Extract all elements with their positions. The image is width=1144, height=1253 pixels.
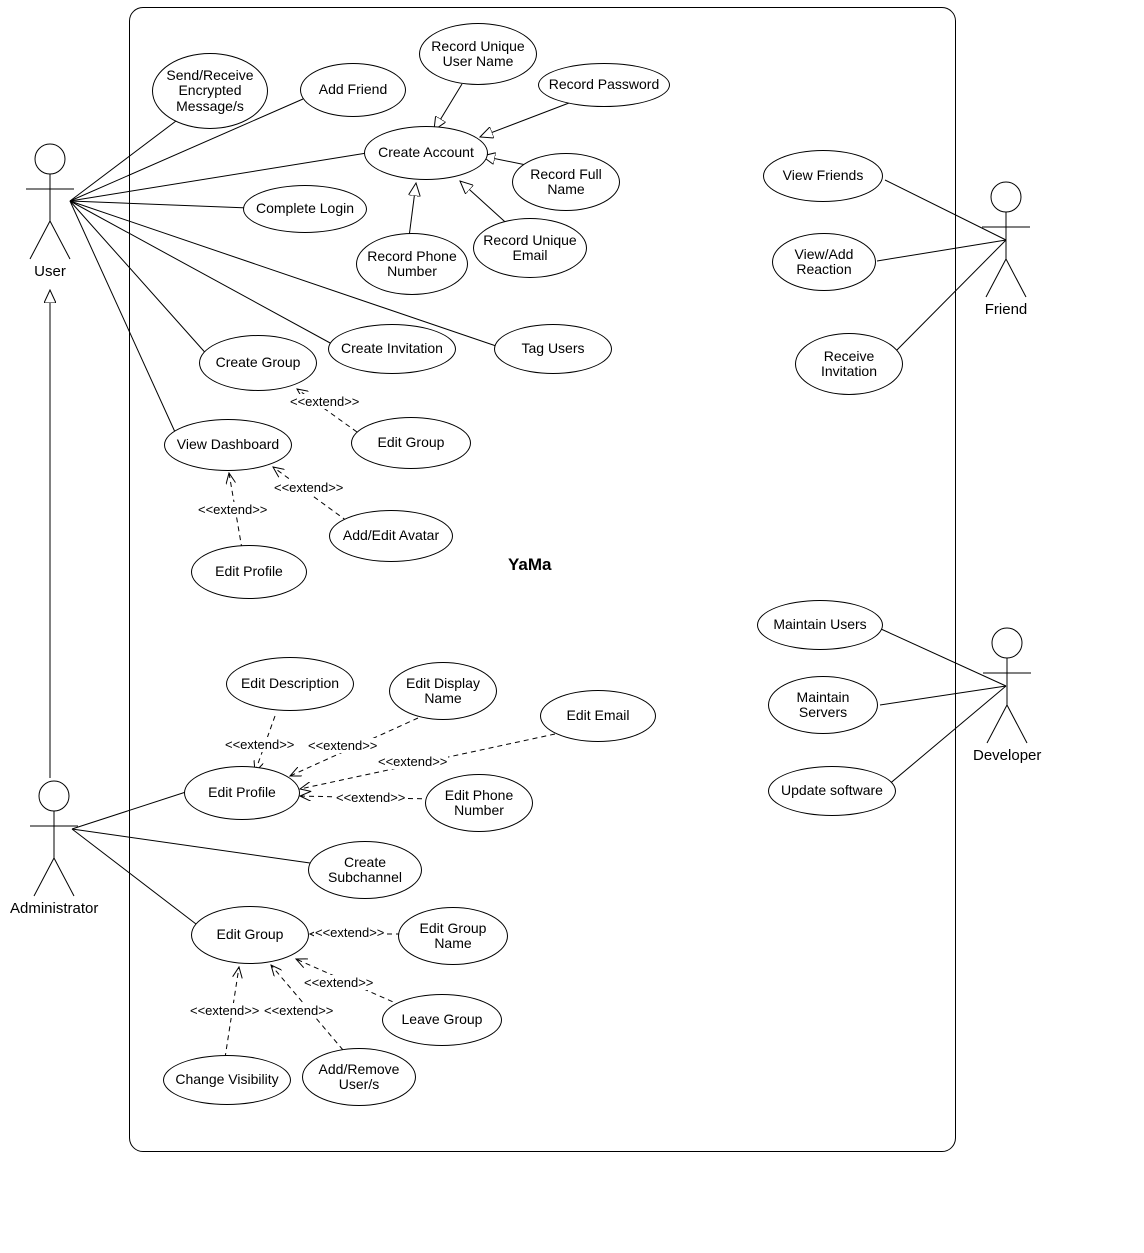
usecase-create-account: Create Account [364,126,488,180]
usecase-create-group: Create Group [199,335,317,391]
actor-developer: Developer [973,625,1041,764]
usecase-record-full-name: Record Full Name [512,153,620,211]
extend-label-3: <<extend>> [197,502,268,517]
actor-administrator: Administrator [10,778,98,917]
actor-user: User [22,141,78,280]
usecase-create-subchannel: Create Subchannel [308,841,422,899]
actor-user-label: User [34,263,66,280]
diagram-canvas: YaMa [0,0,1144,1253]
usecase-update-software: Update software [768,766,896,816]
actor-friend-label: Friend [985,301,1028,318]
extend-label-6: <<extend>> [377,754,448,769]
usecase-edit-display-name: Edit Display Name [389,662,497,720]
usecase-view-friends: View Friends [763,150,883,202]
usecase-maintain-servers: Maintain Servers [768,676,878,734]
extend-label-10: <<extend>> [263,1003,334,1018]
system-title: YaMa [508,555,551,575]
usecase-record-phone-number: Record Phone Number [356,233,468,295]
extend-label-5: <<extend>> [307,738,378,753]
usecase-record-password: Record Password [538,63,670,107]
usecase-edit-email: Edit Email [540,690,656,742]
usecase-change-visibility: Change Visibility [163,1055,291,1105]
usecase-leave-group: Leave Group [382,994,502,1046]
usecase-record-unique-user-name: Record Unique User Name [419,23,537,85]
usecase-record-unique-email: Record Unique Email [473,218,587,278]
actor-developer-label: Developer [973,747,1041,764]
usecase-view-dashboard: View Dashboard [164,419,292,471]
extend-label-8: <<extend>> [314,925,385,940]
usecase-add-edit-avatar: Add/Edit Avatar [329,510,453,562]
usecase-add-remove-users: Add/Remove User/s [302,1048,416,1106]
usecase-send-receive-encrypted: Send/Receive Encrypted Message/s [152,53,268,129]
usecase-edit-profile-user: Edit Profile [191,545,307,599]
usecase-create-invitation: Create Invitation [328,324,456,374]
usecase-edit-profile-admin: Edit Profile [184,766,300,820]
usecase-edit-group-name: Edit Group Name [398,907,508,965]
usecase-complete-login: Complete Login [243,185,367,233]
usecase-view-add-reaction: View/Add Reaction [772,233,876,291]
usecase-edit-phone-number: Edit Phone Number [425,774,533,832]
usecase-edit-group-user: Edit Group [351,417,471,469]
extend-label-1: <<extend>> [289,394,360,409]
usecase-receive-invitation: Receive Invitation [795,333,903,395]
extend-label-9: <<extend>> [303,975,374,990]
usecase-add-friend: Add Friend [300,63,406,117]
usecase-edit-group-admin: Edit Group [191,906,309,964]
actor-administrator-label: Administrator [10,900,98,917]
actor-friend: Friend [978,179,1034,318]
extend-label-2: <<extend>> [273,480,344,495]
usecase-tag-users: Tag Users [494,324,612,374]
extend-label-4: <<extend>> [224,737,295,752]
usecase-maintain-users: Maintain Users [757,600,883,650]
usecase-edit-description: Edit Description [226,657,354,711]
extend-label-7: <<extend>> [335,790,406,805]
extend-label-11: <<extend>> [189,1003,260,1018]
